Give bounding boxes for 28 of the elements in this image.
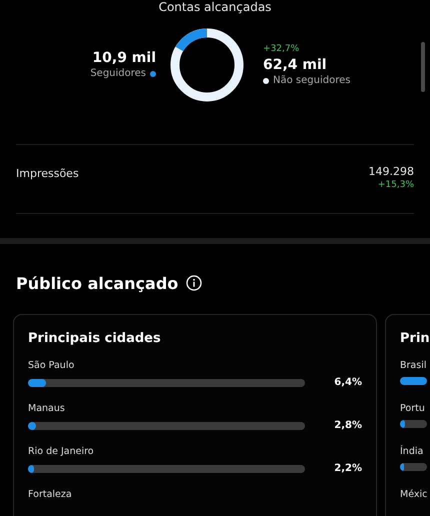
change-value: +32,7% xyxy=(263,42,300,56)
percent-value: 6,4% xyxy=(334,377,362,388)
bar-label: Rio de Janeiro xyxy=(28,445,95,458)
card-title: Principais cidades xyxy=(28,331,162,346)
bar-label: Manaus xyxy=(28,402,66,415)
non-followers-count: 62,4 mil xyxy=(263,56,327,74)
change-value: +15,3% xyxy=(378,179,414,192)
info-icon[interactable] xyxy=(186,275,202,291)
bar-label: São Paulo xyxy=(28,359,76,372)
legend-label: Seguidores xyxy=(90,67,146,81)
bar-label: Fortaleza xyxy=(28,488,73,501)
bar-label: Brasil xyxy=(400,359,427,372)
progress-bar xyxy=(400,420,427,428)
progress-bar xyxy=(400,377,427,385)
scrollbar-thumb[interactable] xyxy=(421,42,425,92)
section-heading: Público alcançado xyxy=(16,274,178,292)
percent-value: 2,2% xyxy=(334,463,362,474)
metric-label: Impressões xyxy=(16,167,79,182)
percent-value: 2,8% xyxy=(334,420,362,431)
card-title: Prin xyxy=(400,331,427,346)
progress-bar xyxy=(400,463,427,471)
metric-value: 149.298 xyxy=(368,165,414,179)
legend-label: Não seguidores xyxy=(273,74,350,88)
bar-label: Méxic xyxy=(400,488,427,501)
bar-label: Índia xyxy=(400,445,424,458)
followers-count: 10,9 mil xyxy=(92,49,156,67)
bar-label: Portu xyxy=(400,402,426,415)
section-title: Contas alcançadas xyxy=(158,0,272,14)
